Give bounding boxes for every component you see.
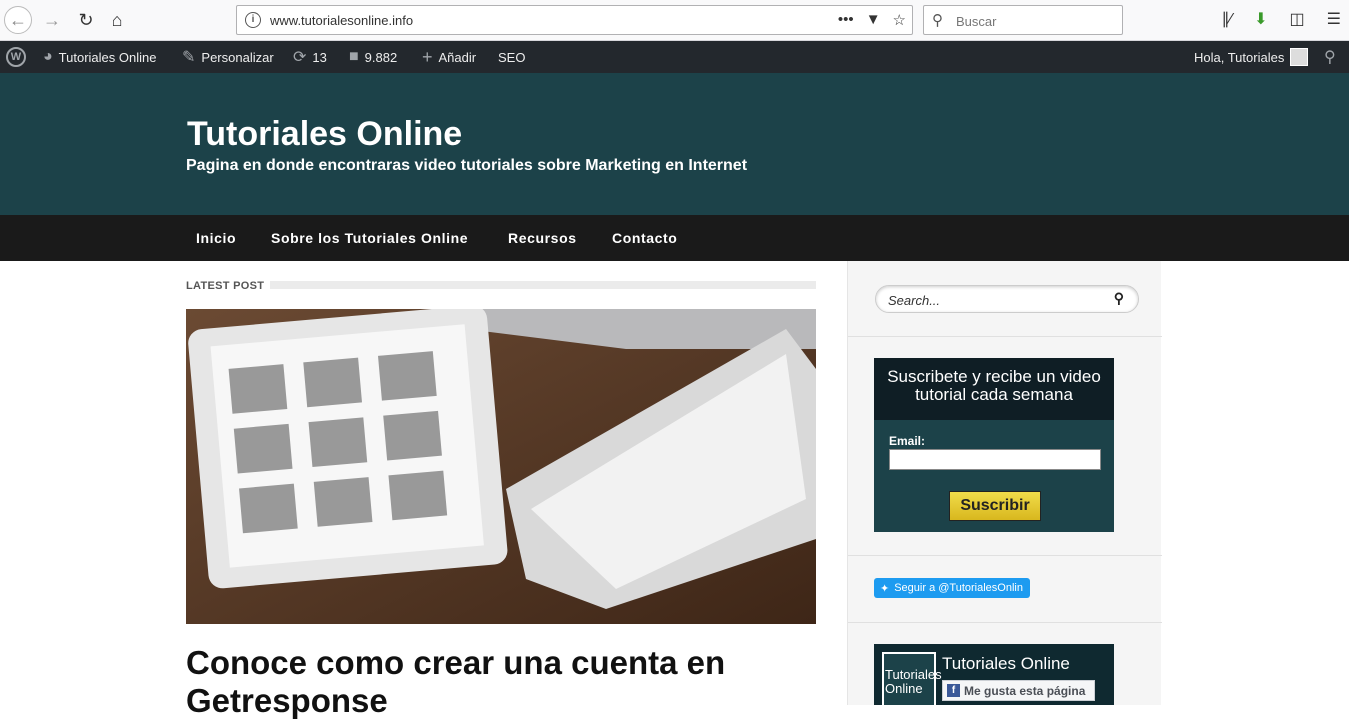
browser-toolbar: ← → ↻ ⌂ i www.tutorialesonline.info ••• … bbox=[0, 0, 1349, 41]
more-dots-icon[interactable]: ••• bbox=[838, 11, 854, 29]
reload-icon[interactable]: ↻ bbox=[72, 6, 100, 34]
admin-comments[interactable]: ■ 9.882 bbox=[349, 41, 397, 73]
sidebar-toggle-icon[interactable]: ◫ bbox=[1290, 9, 1305, 29]
sidebar-divider bbox=[848, 336, 1162, 337]
fb-page-name[interactable]: Tutoriales Online bbox=[942, 654, 1070, 674]
paintbrush-icon: ✎ bbox=[182, 49, 196, 66]
admin-updates[interactable]: ⟳ 13 bbox=[293, 41, 327, 73]
admin-greeting: Hola, Tutoriales bbox=[1194, 49, 1285, 65]
search-icon: ⚲ bbox=[932, 12, 943, 29]
browser-search-box[interactable]: ⚲ Buscar bbox=[923, 5, 1123, 35]
subscribe-widget: Suscribete y recibe un video tutorial ca… bbox=[874, 358, 1114, 532]
browser-search-placeholder: Buscar bbox=[956, 14, 997, 29]
nav-item-sobre[interactable]: Sobre los Tutoriales Online bbox=[271, 230, 468, 246]
library-icon[interactable]: ∥⁄ bbox=[1221, 9, 1232, 29]
back-arrow-icon[interactable]: ← bbox=[4, 6, 32, 34]
site-title[interactable]: Tutoriales Online bbox=[187, 115, 462, 154]
download-icon[interactable]: ⬇ bbox=[1254, 9, 1267, 29]
admin-customize[interactable]: ✎ Personalizar bbox=[182, 41, 274, 73]
search-icon: ⚲ bbox=[1324, 49, 1336, 66]
admin-seo[interactable]: SEO bbox=[498, 41, 525, 73]
forward-arrow-icon[interactable]: → bbox=[38, 6, 66, 34]
sidebar-divider bbox=[848, 555, 1162, 556]
home-icon[interactable]: ⌂ bbox=[103, 6, 131, 34]
toolbar-right-icons: ∥⁄ ⬇ ◫ ☰ bbox=[1221, 9, 1341, 29]
fb-like-label: Me gusta esta página bbox=[964, 683, 1086, 698]
site-header: Tutoriales Online Pagina en donde encont… bbox=[0, 73, 1349, 215]
nav-item-contacto[interactable]: Contacto bbox=[612, 230, 677, 246]
search-icon[interactable]: ⚲ bbox=[1114, 290, 1124, 307]
email-field[interactable] bbox=[889, 449, 1101, 470]
email-label: Email: bbox=[889, 434, 926, 448]
twitter-bird-icon: ✦ bbox=[880, 582, 890, 595]
site-info-icon[interactable]: i bbox=[245, 12, 261, 28]
hamburger-menu-icon[interactable]: ☰ bbox=[1327, 9, 1341, 29]
admin-add-new-label: Añadir bbox=[438, 49, 477, 65]
sidebar-search-input[interactable]: Search... ⚲ bbox=[875, 285, 1139, 313]
admin-updates-count: 13 bbox=[312, 49, 327, 65]
wp-admin-bar: W ◕ Tutoriales Online ✎ Personalizar ⟳ 1… bbox=[0, 41, 1349, 73]
fb-like-button[interactable]: f Me gusta esta página bbox=[942, 680, 1095, 701]
twitter-follow-button[interactable]: ✦ Seguir a @TutorialesOnlin bbox=[874, 578, 1030, 598]
facebook-page-widget[interactable]: Tutoriales Online Tutoriales Online f Me… bbox=[874, 644, 1114, 705]
url-actions: ••• ▼ ☆ bbox=[838, 11, 906, 29]
nav-item-inicio[interactable]: Inicio bbox=[196, 230, 236, 246]
featured-image[interactable] bbox=[186, 309, 816, 624]
admin-add-new[interactable]: + Añadir bbox=[422, 41, 476, 73]
admin-site-name-label: Tutoriales Online bbox=[58, 49, 157, 65]
comment-bubble-icon: ■ bbox=[349, 48, 359, 65]
featured-image-illustration bbox=[186, 309, 816, 624]
sidebar-search-placeholder: Search... bbox=[888, 293, 941, 308]
admin-customize-label: Personalizar bbox=[201, 49, 274, 65]
subscribe-heading: Suscribete y recibe un video tutorial ca… bbox=[874, 358, 1114, 420]
wp-logo-item[interactable]: W bbox=[6, 41, 26, 73]
sidebar: Search... ⚲ Suscribete y recibe un video… bbox=[847, 261, 1162, 705]
admin-seo-label: SEO bbox=[498, 49, 526, 65]
wordpress-logo-icon: W bbox=[6, 47, 26, 67]
admin-site-name[interactable]: ◕ Tutoriales Online bbox=[43, 41, 156, 73]
plus-icon: + bbox=[422, 46, 433, 67]
main-navigation: Inicio Sobre los Tutoriales Online Recur… bbox=[0, 215, 1349, 261]
bookmark-star-icon[interactable]: ☆ bbox=[893, 11, 906, 29]
avatar bbox=[1290, 48, 1309, 66]
facebook-logo-icon: f bbox=[947, 684, 960, 697]
post-title[interactable]: Conoce como crear una cuenta en Getrespo… bbox=[186, 644, 816, 720]
nav-item-recursos[interactable]: Recursos bbox=[508, 230, 577, 246]
fb-page-thumbnail[interactable]: Tutoriales Online bbox=[882, 652, 942, 705]
updates-refresh-icon: ⟳ bbox=[293, 49, 307, 66]
section-divider bbox=[270, 281, 816, 289]
pocket-icon[interactable]: ▼ bbox=[866, 11, 881, 29]
admin-account[interactable]: Hola, Tutoriales bbox=[1194, 41, 1309, 73]
subscribe-button[interactable]: Suscribir bbox=[949, 491, 1041, 521]
url-bar[interactable]: i www.tutorialesonline.info ••• ▼ ☆ bbox=[236, 5, 913, 35]
admin-comments-count: 9.882 bbox=[364, 49, 398, 65]
sidebar-divider bbox=[848, 622, 1162, 623]
site-description: Pagina en donde encontraras video tutori… bbox=[186, 157, 748, 174]
dashboard-gauge-icon: ◕ bbox=[43, 48, 53, 65]
twitter-follow-label: Seguir a @TutorialesOnlin bbox=[894, 582, 1023, 594]
url-text[interactable]: www.tutorialesonline.info bbox=[270, 13, 413, 28]
admin-search[interactable]: ⚲ bbox=[1324, 41, 1336, 73]
latest-post-label: LATEST POST bbox=[186, 280, 265, 292]
